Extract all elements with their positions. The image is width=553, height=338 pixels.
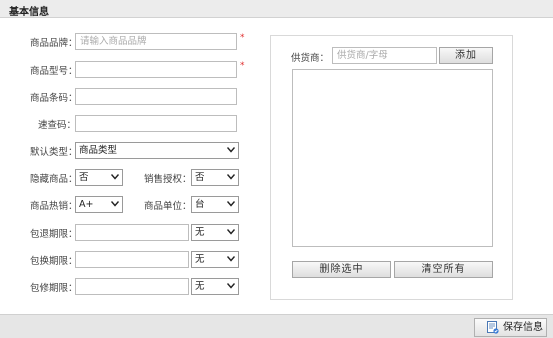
- section-title: 基本信息: [9, 7, 49, 18]
- sales-auth-value: 否: [195, 172, 205, 183]
- hot-sale-select[interactable]: A+: [75, 196, 123, 213]
- chevron-down-icon: [227, 147, 235, 153]
- save-button[interactable]: 保存信息: [474, 318, 547, 337]
- exchange-period-label: 包换期限：: [30, 256, 78, 267]
- sales-auth-select[interactable]: 否: [191, 169, 239, 186]
- product-name-label: 商品品牌：: [30, 38, 78, 49]
- chevron-down-icon: [227, 283, 235, 289]
- unit-label: 商品单位：: [144, 201, 192, 212]
- hide-product-select[interactable]: 否: [75, 169, 123, 186]
- required-mark: *: [240, 33, 245, 43]
- clear-all-button[interactable]: 清空所有: [394, 261, 493, 278]
- delete-selected-button[interactable]: 删除选中: [292, 261, 391, 278]
- exchange-period-input[interactable]: [75, 251, 189, 268]
- save-button-label: 保存信息: [503, 322, 543, 333]
- product-model-label: 商品型号：: [30, 66, 78, 77]
- unit-value: 台: [195, 199, 205, 210]
- exchange-period-unit-select[interactable]: 无: [191, 251, 239, 268]
- return-period-unit-value: 无: [195, 227, 205, 238]
- default-type-label: 默认类型：: [30, 147, 78, 158]
- product-model-input[interactable]: [75, 61, 237, 78]
- save-icon: [487, 321, 499, 334]
- required-mark: *: [240, 61, 245, 71]
- chevron-down-icon: [227, 174, 235, 180]
- repair-period-input[interactable]: [75, 278, 189, 295]
- chevron-down-icon: [111, 201, 119, 207]
- chevron-down-icon: [111, 174, 119, 180]
- hot-sale-value: A+: [79, 199, 94, 210]
- sales-auth-label: 销售授权：: [144, 174, 192, 185]
- return-period-input[interactable]: [75, 224, 189, 241]
- default-type-select[interactable]: 商品类型: [75, 142, 239, 159]
- chevron-down-icon: [227, 201, 235, 207]
- product-barcode-label: 商品条码：: [30, 93, 78, 104]
- product-barcode-input[interactable]: [75, 88, 237, 105]
- exchange-period-unit-value: 无: [195, 254, 205, 265]
- unit-select[interactable]: 台: [191, 196, 239, 213]
- return-period-unit-select[interactable]: 无: [191, 224, 239, 241]
- repair-period-label: 包修期限：: [30, 283, 78, 294]
- product-name-input[interactable]: [75, 33, 237, 50]
- chevron-down-icon: [227, 256, 235, 262]
- return-period-label: 包退期限：: [30, 229, 78, 240]
- chevron-down-icon: [227, 229, 235, 235]
- supplier-search-input[interactable]: [332, 47, 437, 64]
- supplier-label: 供货商：: [291, 53, 330, 64]
- footer-bar: [0, 314, 553, 338]
- default-type-value: 商品类型: [79, 145, 118, 156]
- quick-code-label: 速查码：: [38, 120, 77, 131]
- supplier-list[interactable]: [292, 69, 493, 247]
- add-supplier-button[interactable]: 添加: [439, 47, 493, 64]
- hide-product-value: 否: [79, 172, 89, 183]
- repair-period-unit-select[interactable]: 无: [191, 278, 239, 295]
- hot-sale-label: 商品热销：: [30, 201, 78, 212]
- repair-period-unit-value: 无: [195, 281, 205, 292]
- hide-product-label: 隐藏商品：: [30, 174, 78, 185]
- section-header: 基本信息: [0, 0, 553, 18]
- quick-code-input[interactable]: [75, 115, 237, 132]
